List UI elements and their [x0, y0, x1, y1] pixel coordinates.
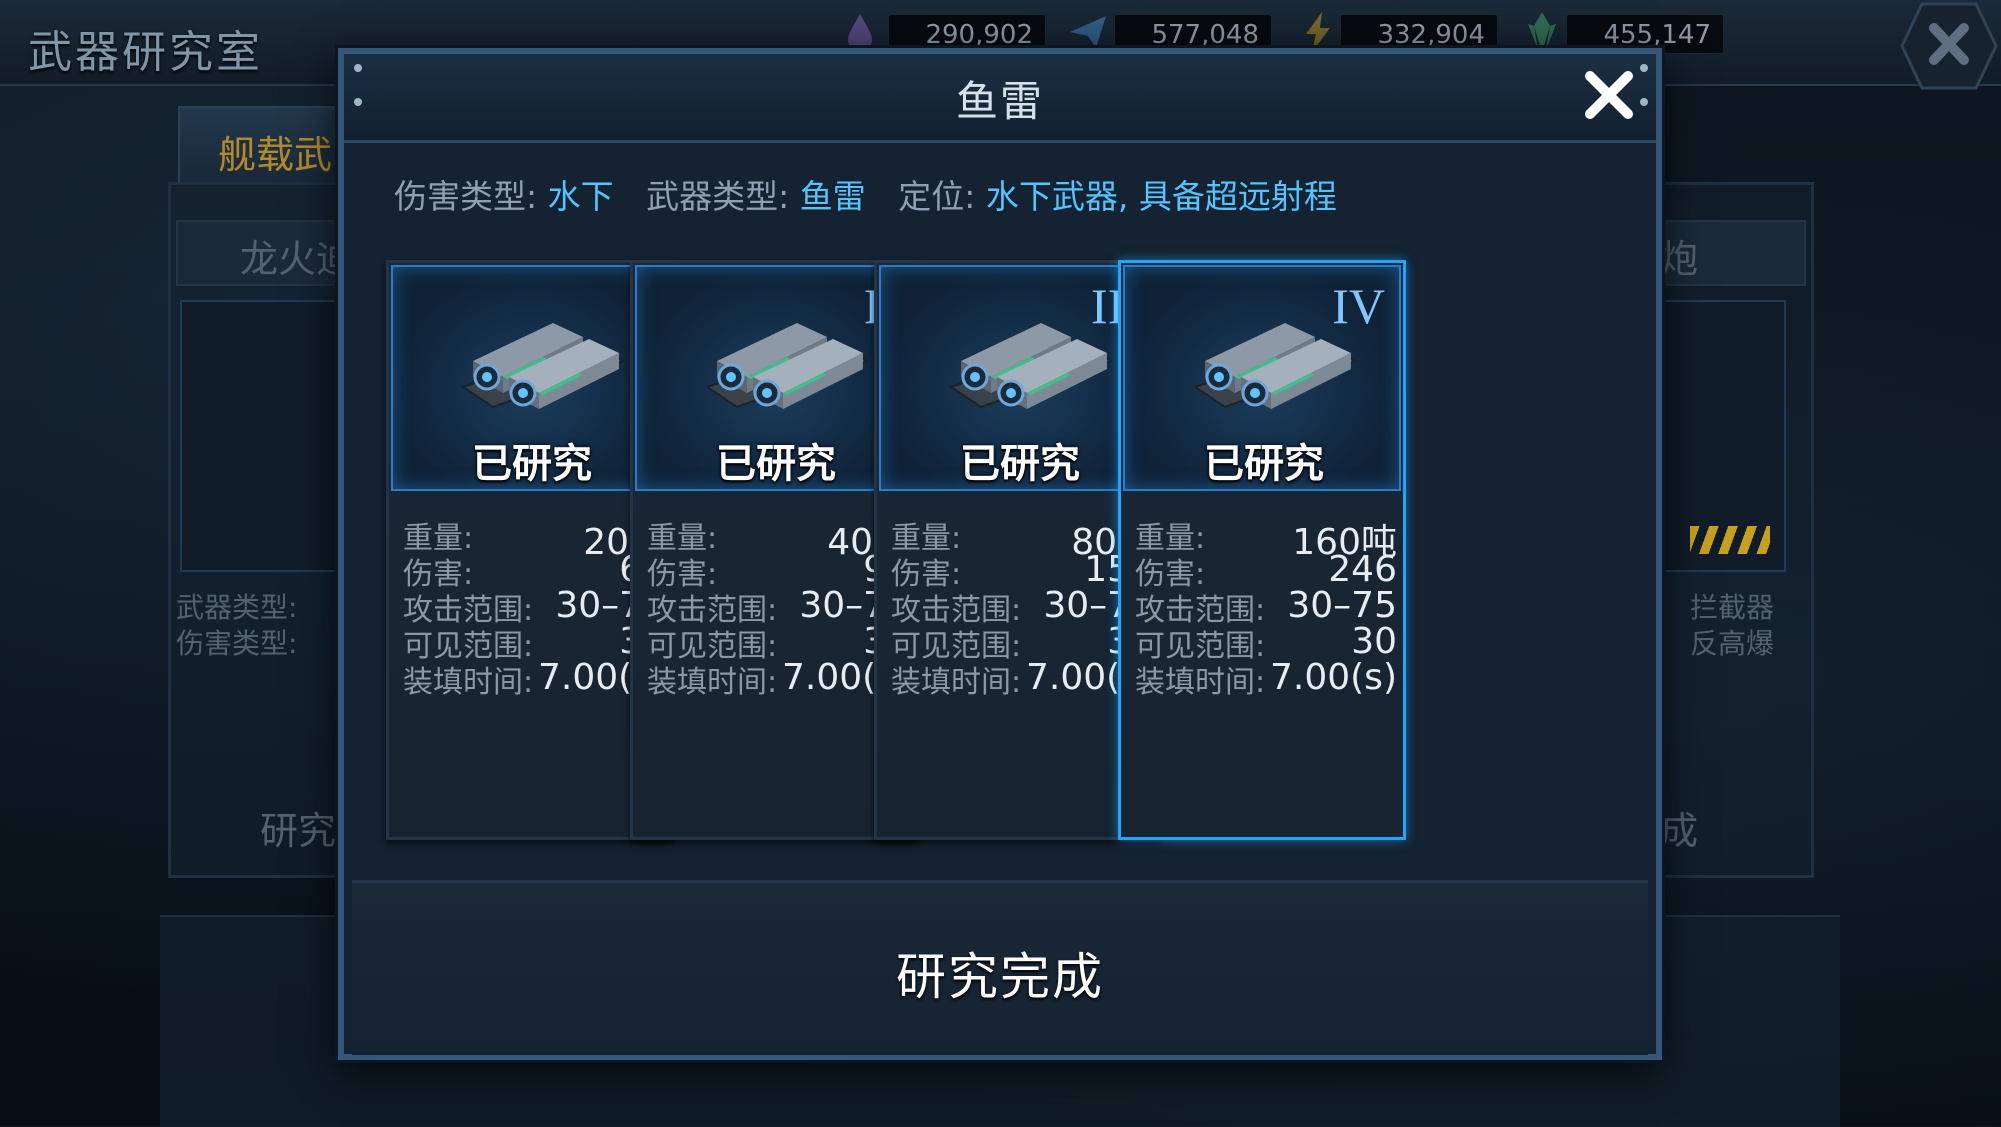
stat-value: 30–75 [1287, 585, 1397, 626]
background-label-interceptor: 拦截器 [1690, 591, 1775, 624]
role-label: 定位: [898, 177, 976, 216]
background-label-damage-type: 伤害类型: [176, 627, 298, 660]
role-value: 水下武器, 具备超远射程 [985, 177, 1337, 216]
stat-row-visible-range: 可见范围: 30 [891, 621, 1153, 664]
weapon-type-value: 鱼雷 [799, 177, 866, 216]
stat-label: 装填时间: [403, 665, 534, 700]
stat-row-reload: 装填时间: 7.00(s) [403, 657, 665, 700]
stat-row-visible-range: 可见范围: 30 [403, 621, 665, 664]
stat-row-weight: 重量: 160吨 [1135, 513, 1397, 563]
stat-row-reload: 装填时间: 7.00(s) [1135, 657, 1397, 700]
stat-row-damage: 伤害: 154 [891, 549, 1153, 592]
background-tab-label: 舰载武 [218, 133, 333, 177]
stat-value: 7.00(s) [1269, 657, 1397, 698]
torpedo-launcher-image [460, 323, 626, 409]
stat-row-attack-range: 攻击范围: 30–75 [403, 585, 665, 628]
page-title: 武器研究室 [28, 27, 263, 78]
dialog-header: 鱼雷 [344, 54, 1656, 143]
stat-label: 装填时间: [891, 665, 1022, 700]
stat-row-damage: 伤害: 60 [403, 549, 665, 592]
stat-label: 装填时间: [1135, 665, 1266, 700]
research-status-label: 已研究 [1204, 441, 1324, 487]
warning-stripes [1690, 526, 1770, 554]
background-card-title-right: 炮 [1660, 237, 1699, 281]
stat-label: 装填时间: [647, 665, 778, 700]
tier-image-frame: III 已研究 [879, 265, 1157, 491]
damage-type-label: 伤害类型: [394, 177, 538, 216]
tier-image-frame: II 已研究 [635, 265, 913, 491]
research-complete-label: 研究完成 [896, 948, 1104, 1006]
stat-value: 246 [1328, 549, 1397, 590]
background-card-title-left: 龙火迪 [240, 237, 355, 281]
stat-row-visible-range: 可见范围: 30 [647, 621, 909, 664]
stat-row-damage: 伤害: 96 [647, 549, 909, 592]
stat-row-reload: 装填时间: 7.00(s) [647, 657, 909, 700]
stat-row-weight: 重量: 20吨 [403, 513, 665, 563]
torpedo-launcher-image [704, 323, 870, 409]
stat-row-weight: 重量: 40吨 [647, 513, 909, 563]
weapon-detail-dialog: 鱼雷 伤害类型: 水下 武器类型: 鱼雷 定位: 水下武器, 具备超远射程 已研… [338, 48, 1662, 1060]
tier-image-frame: I 已研究 [391, 265, 669, 491]
background-label-anti-he: 反高爆 [1690, 627, 1775, 660]
tier-numeral: IV [1332, 278, 1385, 334]
stat-value: 30 [1351, 621, 1397, 662]
dialog-title: 鱼雷 [955, 77, 1044, 126]
damage-type-value: 水下 [547, 177, 614, 216]
background-complete-button: 成 [1660, 809, 1699, 853]
close-icon[interactable] [1580, 66, 1638, 124]
background-label-weapon-type: 武器类型: [176, 591, 298, 624]
stat-row-attack-range: 攻击范围: 30–75 [647, 585, 909, 628]
exit-icon[interactable] [1900, 0, 1998, 92]
stat-row-attack-range: 攻击范围: 30–75 [891, 585, 1153, 628]
stat-row-weight: 重量: 80吨 [891, 513, 1153, 563]
weapon-info-line: 伤害类型: 水下 武器类型: 鱼雷 定位: 水下武器, 具备超远射程 [394, 170, 1337, 218]
dialog-footer: 研究完成 [352, 880, 1648, 1055]
stat-row-reload: 装填时间: 7.00(s) [891, 657, 1153, 700]
stat-row-visible-range: 可见范围: 30 [1135, 621, 1397, 664]
weapon-type-label: 武器类型: [646, 177, 790, 216]
stat-row-damage: 伤害: 246 [1135, 549, 1397, 592]
tier-image-frame: IV 已研究 [1123, 265, 1401, 491]
stat-row-attack-range: 攻击范围: 30–75 [1135, 585, 1397, 628]
background-research-button: 研究 [260, 809, 337, 853]
tier-card-4[interactable]: IV 已研究 重量: 160吨 伤害: 246 攻击范围: 30–75 可见范围… [1118, 260, 1406, 840]
